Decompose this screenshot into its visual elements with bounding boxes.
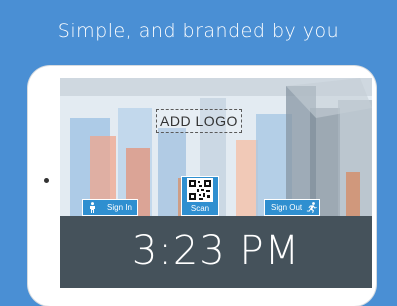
scan-button[interactable]: Scan xyxy=(181,176,219,216)
running-person-icon xyxy=(306,202,317,213)
person-standing-icon xyxy=(89,202,96,213)
sign-in-label: Sign In xyxy=(107,203,132,212)
scan-label: Scan xyxy=(190,204,210,213)
sign-in-button[interactable]: Sign In xyxy=(82,199,138,216)
tablet-camera xyxy=(44,178,49,183)
add-logo-placeholder[interactable]: ADD LOGO xyxy=(156,109,242,133)
qr-code-icon xyxy=(187,178,213,202)
kiosk-screen: ADD LOGO Sign In Scan Sign Out 3:23 PM xyxy=(60,78,372,288)
marketing-headline: Simple, and branded by you xyxy=(57,20,340,42)
sign-out-button[interactable]: Sign Out xyxy=(264,199,320,216)
sign-out-label: Sign Out xyxy=(271,203,303,212)
clock-display: 3:23 PM xyxy=(131,228,301,274)
